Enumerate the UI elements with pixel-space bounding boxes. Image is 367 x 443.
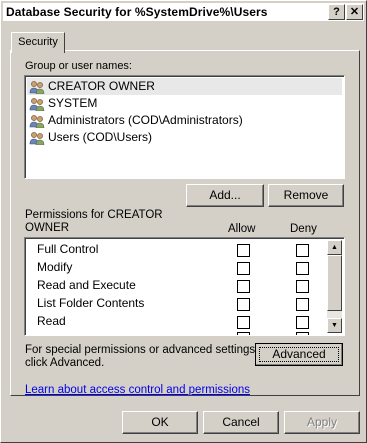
remove-button[interactable]: Remove bbox=[268, 184, 344, 207]
permissions-list[interactable]: Full Control Modify Read and Execute Lis… bbox=[24, 237, 345, 336]
tab-security-label: Security bbox=[18, 36, 58, 48]
allow-checkbox[interactable] bbox=[237, 316, 250, 329]
user-group-icon bbox=[29, 80, 45, 94]
advanced-button[interactable]: Advanced bbox=[255, 343, 343, 366]
title-bar[interactable]: Database Security for %SystemDrive%\User… bbox=[3, 3, 364, 21]
permission-row: Modify bbox=[37, 259, 72, 276]
user-name: SYSTEM bbox=[48, 96, 98, 110]
apply-button-label: Apply bbox=[306, 415, 338, 429]
permission-row: Full Control bbox=[37, 241, 98, 258]
permission-row: Read bbox=[37, 313, 66, 330]
groups-list[interactable]: CREATOR OWNER SYSTEM Administrators (COD… bbox=[24, 75, 345, 179]
permission-name: Read bbox=[37, 314, 66, 328]
scroll-up-icon[interactable]: ▲ bbox=[327, 240, 342, 255]
scroll-thumb[interactable] bbox=[327, 255, 342, 311]
list-item[interactable]: SYSTEM bbox=[29, 95, 97, 112]
tab-security[interactable]: Security bbox=[11, 32, 65, 53]
user-group-icon bbox=[29, 131, 45, 145]
cancel-button-label: Cancel bbox=[222, 415, 260, 429]
deny-checkbox[interactable] bbox=[296, 280, 309, 293]
user-name: Administrators (COD\Administrators) bbox=[48, 113, 243, 127]
permissions-label: Permissions for CREATOR OWNER bbox=[25, 209, 163, 235]
deny-checkbox[interactable] bbox=[296, 332, 309, 335]
user-group-icon bbox=[29, 97, 45, 111]
list-item[interactable]: Users (COD\Users) bbox=[29, 129, 152, 146]
remove-button-label: Remove bbox=[283, 188, 329, 202]
ok-button[interactable]: OK bbox=[122, 411, 198, 434]
list-item[interactable]: CREATOR OWNER bbox=[29, 78, 155, 95]
add-button-label: Add... bbox=[209, 188, 241, 202]
help-button[interactable]: ? bbox=[328, 4, 345, 20]
focus-rect bbox=[259, 347, 339, 362]
permission-row: List Folder Contents bbox=[37, 295, 144, 312]
dialog-window: Database Security for %SystemDrive%\User… bbox=[0, 0, 367, 443]
permissions-label-line1: Permissions for CREATOR bbox=[25, 209, 163, 221]
add-button[interactable]: Add... bbox=[186, 184, 264, 207]
allow-checkbox[interactable] bbox=[237, 332, 250, 335]
allow-checkbox[interactable] bbox=[237, 298, 250, 311]
advanced-text-line2: click Advanced. bbox=[25, 357, 105, 369]
permission-name: Read and Execute bbox=[37, 278, 136, 292]
deny-checkbox[interactable] bbox=[296, 262, 309, 275]
close-button[interactable]: ✕ bbox=[346, 4, 363, 20]
apply-button[interactable]: Apply bbox=[284, 411, 360, 434]
deny-checkbox[interactable] bbox=[296, 298, 309, 311]
deny-checkbox[interactable] bbox=[296, 244, 309, 257]
deny-header: Deny bbox=[290, 223, 317, 235]
permission-row: Read and Execute bbox=[37, 277, 136, 294]
permissions-scrollbar[interactable]: ▲ ▼ bbox=[327, 240, 342, 333]
groups-label-text: Group or user names: bbox=[25, 60, 132, 72]
cancel-button[interactable]: Cancel bbox=[203, 411, 279, 434]
advanced-text: For special permissions or advanced sett… bbox=[25, 344, 258, 370]
deny-checkbox[interactable] bbox=[296, 316, 309, 329]
permission-name: Full Control bbox=[37, 242, 99, 256]
allow-checkbox[interactable] bbox=[237, 244, 250, 257]
allow-checkbox[interactable] bbox=[237, 262, 250, 275]
list-item[interactable]: Administrators (COD\Administrators) bbox=[29, 112, 243, 129]
permission-name: Modify bbox=[37, 260, 73, 274]
user-group-icon bbox=[29, 114, 45, 128]
allow-header: Allow bbox=[228, 223, 256, 235]
groups-label: Group or user names: bbox=[25, 60, 132, 72]
scroll-down-icon[interactable]: ▼ bbox=[327, 318, 342, 333]
ok-button-label: OK bbox=[151, 415, 169, 429]
help-link[interactable]: Learn about access control and permissio… bbox=[25, 384, 250, 396]
allow-checkbox[interactable] bbox=[237, 280, 250, 293]
window-title: Database Security for %SystemDrive%\User… bbox=[6, 5, 268, 19]
user-name: Users (COD\Users) bbox=[48, 130, 152, 144]
advanced-text-line1: For special permissions or advanced sett… bbox=[25, 344, 259, 356]
permission-name: List Folder Contents bbox=[37, 296, 145, 310]
user-name: CREATOR OWNER bbox=[48, 79, 155, 93]
permissions-label-line2: OWNER bbox=[25, 222, 70, 234]
